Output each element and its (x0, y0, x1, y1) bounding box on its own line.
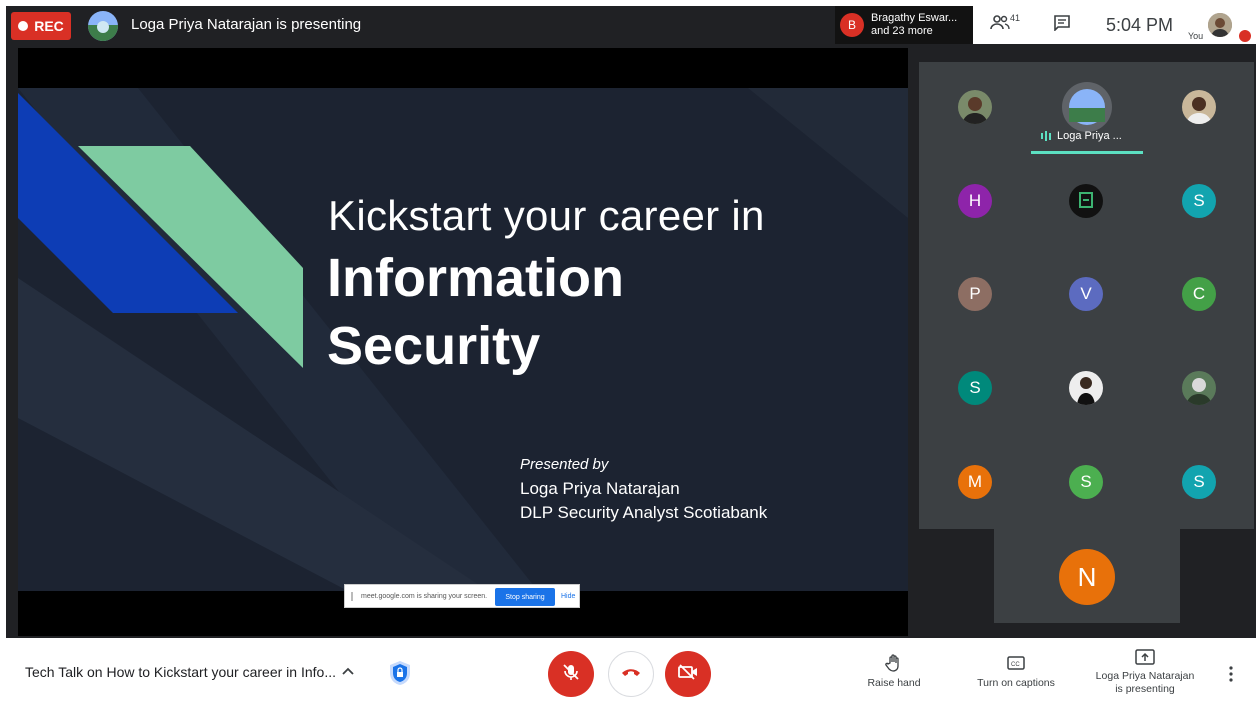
mic-off-icon (561, 662, 581, 687)
microphone-toggle-button[interactable] (548, 651, 594, 697)
self-avatar[interactable] (1208, 13, 1232, 37)
presenter-role: DLP Security Analyst Scotiabank (520, 503, 768, 522)
clock: 5:04 PM (1106, 15, 1174, 35)
raised-hands-notice[interactable]: B Bragathy Eswar... and 23 more (835, 6, 973, 44)
participant-photo (1182, 90, 1216, 124)
leave-call-button[interactable] (608, 651, 654, 697)
chevron-up-icon[interactable] (341, 665, 355, 684)
svg-text:CC: CC (1011, 662, 1020, 668)
speaker-avatar (1062, 82, 1112, 132)
hang-up-icon (621, 665, 641, 683)
recording-badge: REC (11, 12, 71, 40)
participant-avatar: S (1069, 465, 1103, 499)
participant-avatar: V (1069, 277, 1103, 311)
speaking-icon (1041, 131, 1051, 141)
participant-avatar: C (1182, 277, 1216, 311)
rec-label: REC (34, 18, 64, 34)
hide-link[interactable]: Hide (561, 593, 575, 600)
participant-avatar: P (958, 277, 992, 311)
meet-screen: REC Loga Priya Natarajan is presenting B… (0, 0, 1256, 704)
drag-handle-icon[interactable] (351, 592, 353, 601)
presenting-title: Loga Priya Natarajan is presenting (131, 16, 362, 33)
presenter-avatar (88, 11, 118, 41)
slide-title-line-3: Security (327, 316, 541, 376)
captions-icon[interactable]: CC (1007, 655, 1025, 676)
participant-avatar-large: N (1059, 549, 1115, 605)
presenting-line-2: is presenting (1115, 683, 1175, 695)
more-options-icon[interactable] (1228, 665, 1234, 688)
screen-share-notice: meet.google.com is sharing your screen. … (344, 584, 580, 608)
camera-toggle-button[interactable] (665, 651, 711, 697)
participant-avatar: S (1182, 465, 1216, 499)
people-count: 41 (1010, 13, 1021, 23)
participant-avatar: S (958, 371, 992, 405)
you-label: You (1188, 31, 1204, 41)
participant-logo (1069, 184, 1103, 218)
presenting-status-button[interactable]: Loga Priya Natarajan is presenting (1088, 670, 1202, 696)
speaker-name: Loga Priya ... (1057, 130, 1122, 142)
participant-avatar: S (1182, 184, 1216, 218)
raised-line-1: Bragathy Eswar... (871, 12, 958, 24)
camera-off-icon (677, 663, 699, 686)
slide-title-line-2: Information (327, 248, 624, 308)
slide-title-line-1: Kickstart your career in (328, 192, 765, 239)
record-dot-icon (18, 21, 29, 31)
captions-button[interactable]: Turn on captions (968, 677, 1064, 689)
present-screen-icon[interactable] (1135, 649, 1155, 670)
stop-sharing-button[interactable]: Stop sharing (495, 588, 555, 606)
raise-hand-icon[interactable] (884, 653, 904, 678)
chat-icon[interactable] (1053, 15, 1071, 36)
participant-photo (1182, 371, 1216, 405)
active-speaker-indicator (1031, 151, 1143, 154)
participant-photo (958, 90, 992, 124)
presented-by: Presented by (520, 456, 609, 473)
raised-line-2: and 23 more (871, 25, 933, 37)
muted-mic-icon (1239, 30, 1251, 42)
meeting-title[interactable]: Tech Talk on How to Kickstart your caree… (25, 664, 336, 680)
people-icon[interactable] (990, 14, 1010, 35)
raised-avatar: B (840, 13, 864, 37)
shield-icon[interactable] (387, 659, 413, 692)
participant-photo (1069, 371, 1103, 405)
participant-avatar: M (958, 465, 992, 499)
speaker-name-label: Loga Priya ... (1041, 130, 1122, 142)
presenter-name: Loga Priya Natarajan (520, 479, 680, 498)
participant-avatar: H (958, 184, 992, 218)
share-notice-text: meet.google.com is sharing your screen. (361, 593, 488, 600)
presenting-line-1: Loga Priya Natarajan (1095, 670, 1195, 682)
raise-hand-button[interactable]: Raise hand (862, 677, 926, 689)
